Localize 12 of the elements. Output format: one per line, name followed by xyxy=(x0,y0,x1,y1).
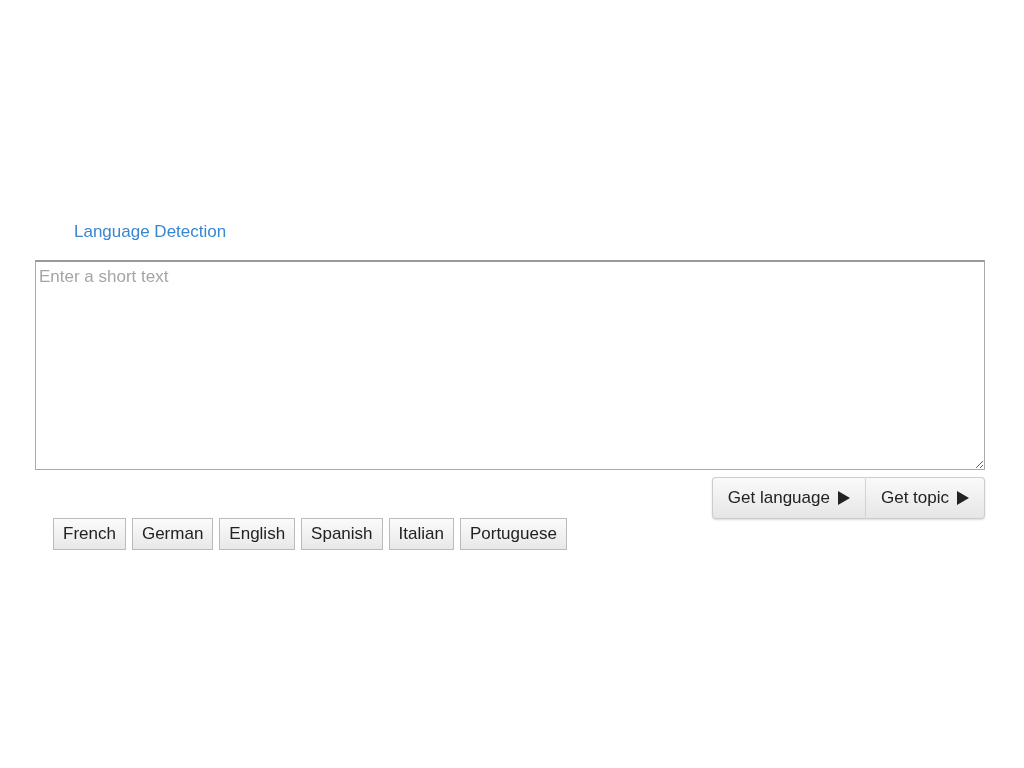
language-button[interactable]: German xyxy=(131,518,214,550)
action-button[interactable]: Get language xyxy=(711,477,866,519)
play-icon xyxy=(837,491,850,505)
language-button[interactable]: French xyxy=(53,518,126,550)
language-button[interactable]: Portuguese xyxy=(459,518,567,550)
language-button[interactable]: Italian xyxy=(388,518,454,550)
language-button[interactable]: Spanish xyxy=(301,518,383,550)
text-input-field[interactable]: Enter a short text xyxy=(35,260,985,470)
action-button[interactable]: Get topic xyxy=(865,477,985,519)
play-icon xyxy=(957,491,969,505)
page-title: Language Detection xyxy=(74,222,228,243)
language-button[interactable]: English xyxy=(219,518,296,550)
